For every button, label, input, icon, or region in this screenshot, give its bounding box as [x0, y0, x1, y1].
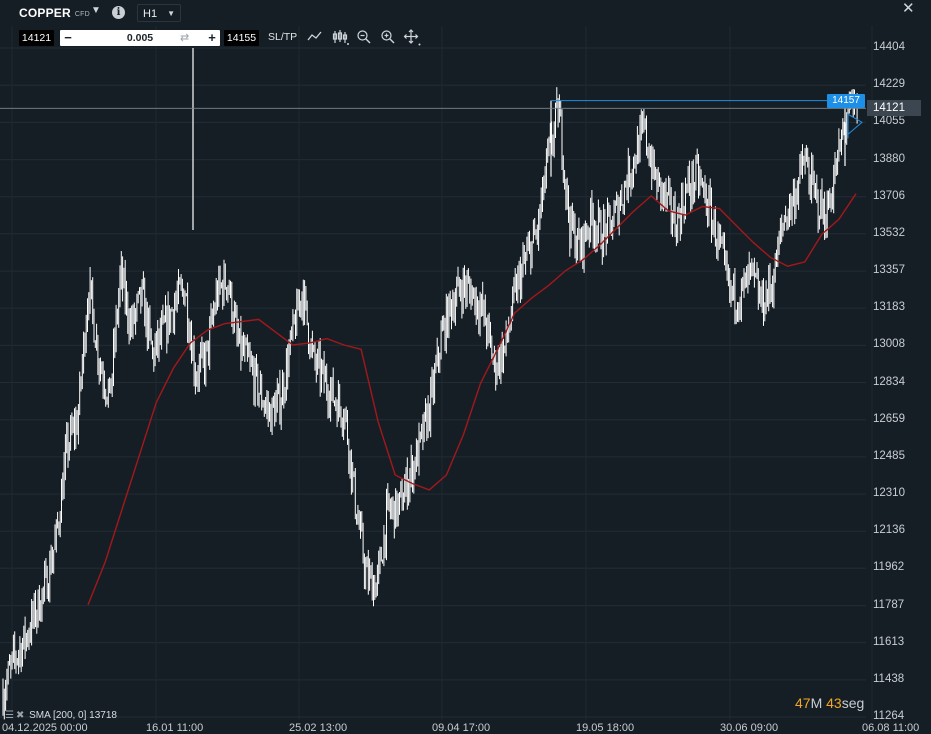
time-axis-label: 09.04 17:00	[432, 722, 491, 734]
timer-seconds-unit: seg	[841, 695, 865, 711]
price-axis-label: 11962	[873, 561, 905, 574]
candle-countdown-timer: 47M 43seg	[795, 695, 864, 711]
price-axis-label: 11264	[873, 710, 905, 722]
quantity-stepper: − 0.005 +	[60, 30, 220, 46]
price-axis-label: 12136	[873, 524, 905, 537]
price-axis-label: 13880	[873, 152, 905, 165]
ask-price[interactable]: 14155	[224, 30, 259, 46]
line-chart-icon[interactable]	[307, 28, 323, 46]
symbol-suffix: CFD	[74, 11, 90, 18]
remove-indicator-icon[interactable]: ✖	[16, 710, 24, 721]
price-axis-label: 11438	[873, 672, 905, 685]
price-axis-label: 12659	[873, 412, 905, 425]
price-axis-label: 13532	[873, 226, 905, 239]
timeframe-value: H1	[143, 8, 158, 20]
timer-seconds: 43	[826, 695, 842, 711]
price-axis-label: 14055	[873, 115, 905, 128]
price-axis-label: 14229	[873, 78, 905, 91]
zoom-out-icon[interactable]	[356, 28, 372, 46]
price-axis-label: 13183	[873, 301, 905, 314]
time-axis-label: 19.05 18:00	[576, 722, 635, 734]
increase-quantity-button[interactable]: +	[204, 30, 220, 46]
price-axis-label: 12834	[873, 375, 905, 388]
price-axis-label: 14404	[873, 41, 905, 53]
time-axis-label: 06.08 11:00	[862, 722, 920, 734]
price-chart[interactable]	[0, 0, 931, 729]
decrease-quantity-button[interactable]: −	[60, 30, 76, 46]
timer-minutes: 47	[795, 695, 811, 711]
chart-header: COPPER CFD ▼ i H1 ▼ ✕	[0, 0, 931, 26]
crosshair-move-icon[interactable]	[403, 28, 421, 46]
price-axis-label: 13357	[873, 264, 905, 277]
timeframe-select[interactable]: H1 ▼	[137, 4, 181, 22]
price-axis-label: 12485	[873, 449, 905, 462]
indicator-legend: ☰ ✖ SMA [200, 0] 13718	[5, 710, 117, 721]
bid-price[interactable]: 14121	[19, 30, 54, 46]
swap-direction-icon[interactable]: ⇄	[180, 30, 189, 46]
list-icon[interactable]: ☰	[5, 710, 14, 721]
candles-layer	[2, 48, 858, 720]
price-axis-label: 12310	[873, 487, 905, 500]
time-axis-label: 30.06 09:00	[720, 722, 779, 734]
high-marker-arrow	[847, 113, 863, 139]
indicators-icon[interactable]	[332, 28, 350, 46]
time-axis-label: 25.02 13:00	[289, 722, 348, 734]
price-axis-label: 11613	[873, 635, 905, 648]
zoom-in-icon[interactable]	[380, 28, 396, 46]
close-icon[interactable]: ✕	[902, 0, 915, 17]
price-axis-label: 11787	[873, 598, 905, 611]
time-axis-label: 04.12.2025 00:00	[2, 722, 88, 734]
symbol-dropdown-icon[interactable]: ▼	[91, 5, 101, 16]
timer-minutes-unit: M	[810, 695, 823, 711]
current-price-tag: 14121	[867, 100, 921, 117]
price-axis-label: 13008	[873, 338, 905, 351]
chevron-down-icon: ▼	[167, 9, 175, 18]
symbol-name[interactable]: COPPER CFD	[19, 6, 90, 20]
time-axis-label: 16.01 11:00	[146, 722, 204, 734]
high-price-tag: 14157	[827, 93, 865, 108]
sma-legend-label: SMA [200, 0] 13718	[29, 710, 117, 721]
info-icon[interactable]: i	[112, 6, 125, 19]
price-axis-label: 13706	[873, 189, 905, 202]
sma-line	[87, 193, 857, 606]
sltp-button[interactable]: SL/TP	[268, 31, 297, 43]
